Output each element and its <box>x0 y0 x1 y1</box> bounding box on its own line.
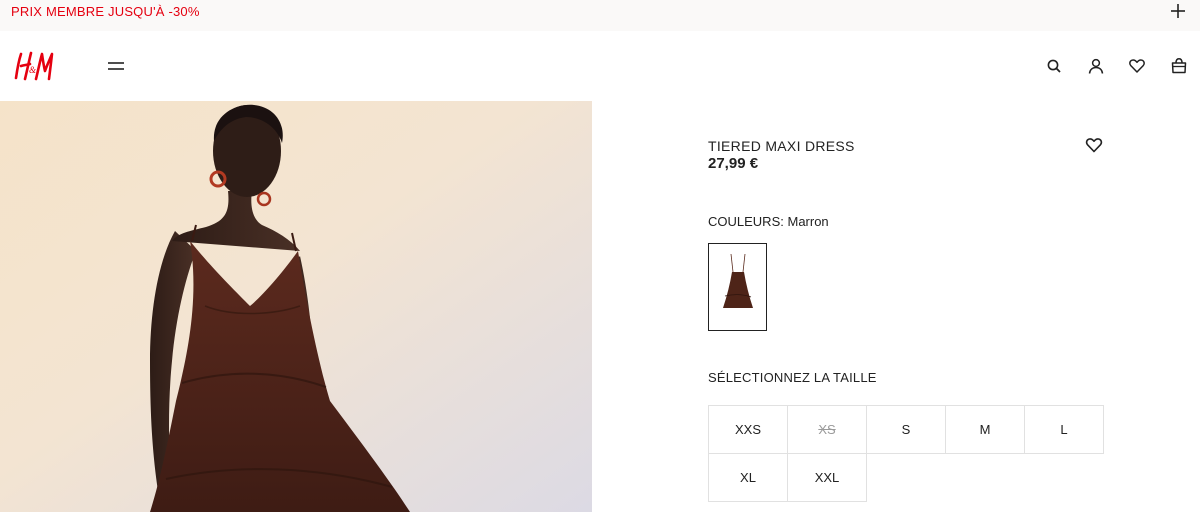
product-name: TIERED MAXI DRESS <box>708 138 855 154</box>
size-option-xl[interactable]: XL <box>708 453 788 502</box>
hm-logo[interactable]: & <box>10 51 54 81</box>
colour-label: COULEURS: <box>708 214 784 229</box>
favorites-icon[interactable] <box>1128 57 1146 75</box>
colour-swatch-marron[interactable] <box>708 243 767 331</box>
size-option-m[interactable]: M <box>945 405 1025 454</box>
svg-text:&: & <box>29 65 36 75</box>
colour-line: COULEURS: Marron <box>708 214 829 229</box>
size-option-xxl[interactable]: XXL <box>787 453 867 502</box>
promo-banner: PRIX MEMBRE JUSQU'À -30% <box>0 0 1200 31</box>
size-option-xs[interactable]: XS <box>787 405 867 454</box>
heart-icon[interactable] <box>1085 136 1103 154</box>
model-photo <box>0 101 592 512</box>
promo-text[interactable]: PRIX MEMBRE JUSQU'À -30% <box>11 4 200 19</box>
product-image[interactable] <box>0 101 592 512</box>
size-option-s[interactable]: S <box>866 405 946 454</box>
account-icon[interactable] <box>1087 57 1105 75</box>
colour-value: Marron <box>787 214 829 229</box>
hamburger-menu-icon[interactable] <box>107 60 125 72</box>
shopping-bag-icon[interactable] <box>1170 57 1188 75</box>
search-icon[interactable] <box>1045 57 1063 75</box>
product-price: 27,99 € <box>708 155 759 172</box>
size-option-xxs[interactable]: XXS <box>708 405 788 454</box>
site-header: & <box>0 31 1200 101</box>
dress-thumbnail <box>723 253 753 308</box>
plus-icon[interactable] <box>1170 3 1186 19</box>
size-option-l[interactable]: L <box>1024 405 1104 454</box>
size-heading: SÉLECTIONNEZ LA TAILLE <box>708 370 877 385</box>
